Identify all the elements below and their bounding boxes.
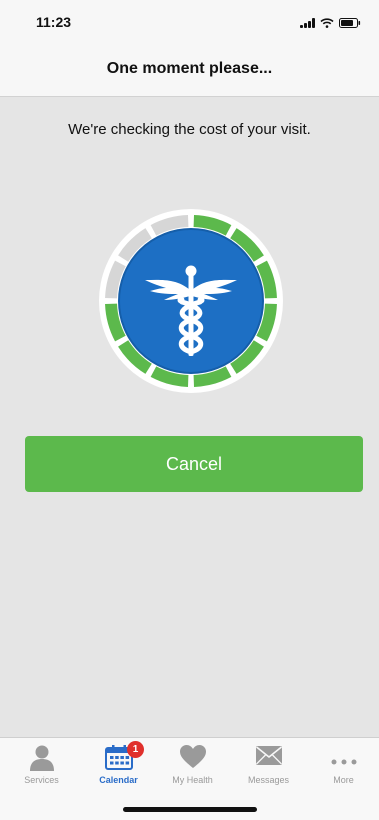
home-indicator <box>123 807 257 812</box>
tab-label: More <box>333 775 354 785</box>
tab-calendar[interactable]: 1 Calendar <box>81 738 156 800</box>
status-icons <box>300 18 361 28</box>
tab-more[interactable]: More <box>306 738 379 800</box>
battery-icon <box>339 18 361 28</box>
tab-bar: Services 1 Calendar My Health Messages M… <box>0 737 379 820</box>
cancel-button[interactable]: Cancel <box>25 436 363 492</box>
progress-ring <box>99 209 283 393</box>
tab-label: Messages <box>247 775 290 785</box>
tab-services[interactable]: Services <box>4 738 79 800</box>
status-message: We're checking the cost of your visit. <box>68 121 311 138</box>
loading-indicator <box>98 208 284 394</box>
heart-icon <box>179 744 207 774</box>
tab-label: Services <box>24 775 59 785</box>
more-dots-icon <box>331 752 357 770</box>
envelope-icon <box>255 744 283 771</box>
signal-icon <box>300 18 315 28</box>
notification-badge: 1 <box>127 741 144 758</box>
status-time: 11:23 <box>36 14 72 30</box>
page-title: One moment please... <box>106 60 273 77</box>
header-bar: 11:23 One moment please... <box>0 0 379 97</box>
app-screen: 11:23 One moment please... We're checkin… <box>0 0 379 820</box>
person-icon <box>29 744 55 777</box>
tab-label: Calendar <box>99 775 138 785</box>
tab-label: My Health <box>172 775 213 785</box>
tab-messages[interactable]: Messages <box>231 738 306 800</box>
tab-my-health[interactable]: My Health <box>155 738 230 800</box>
wifi-icon <box>320 18 334 28</box>
